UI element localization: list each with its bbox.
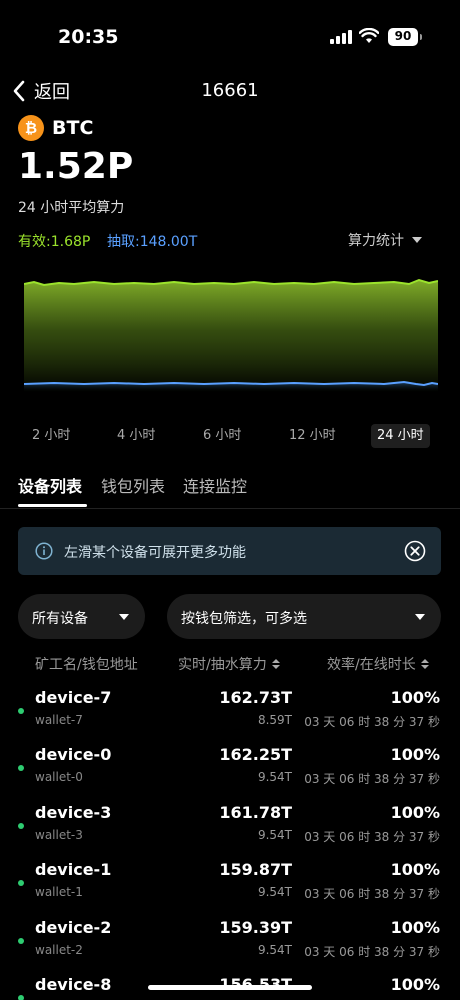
- range-6h[interactable]: 6 小时: [203, 424, 241, 448]
- column-header-name: 矿工名/钱包地址: [35, 654, 138, 674]
- efficiency: 100%: [390, 803, 440, 822]
- realtime-hashrate: 159.39T: [219, 918, 292, 937]
- device-filter-dropdown[interactable]: 所有设备: [18, 594, 145, 639]
- online-status-dot: [18, 995, 24, 1000]
- efficiency: 100%: [390, 745, 440, 764]
- range-12h[interactable]: 12 小时: [289, 424, 336, 448]
- hashrate-chart: [24, 278, 438, 392]
- caret-down-icon: [412, 237, 422, 243]
- device-row[interactable]: device-2 wallet-2 159.39T 9.54T 100% 03 …: [0, 918, 460, 976]
- home-indicator[interactable]: [148, 985, 312, 990]
- caret-down-icon: [415, 614, 425, 620]
- bitcoin-icon: ₿: [18, 115, 44, 141]
- extract-hashrate: 抽取:148.00T: [107, 234, 198, 250]
- device-row[interactable]: device-7 wallet-7 162.73T 8.59T 100% 03 …: [0, 688, 460, 746]
- online-status-dot: [18, 765, 24, 771]
- device-row[interactable]: device-0 wallet-0 162.25T 9.54T 100% 03 …: [0, 745, 460, 803]
- tab-connection-monitor[interactable]: 连接监控: [183, 473, 247, 497]
- hashrate-stats-label: 算力统计: [348, 233, 404, 249]
- coin-name: BTC: [52, 117, 94, 139]
- cellular-signal-icon: [330, 30, 352, 44]
- device-name: device-0: [35, 745, 112, 764]
- column-header-hashrate[interactable]: 实时/抽水算力: [178, 654, 280, 674]
- device-row[interactable]: device-3 wallet-3 161.78T 9.54T 100% 03 …: [0, 803, 460, 861]
- range-24h[interactable]: 24 小时: [371, 424, 430, 448]
- caret-down-icon: [119, 614, 129, 620]
- wallet-address: wallet-0: [35, 770, 83, 784]
- wallet-address: wallet-2: [35, 943, 83, 957]
- column-header-hashrate-label: 实时/抽水算力: [178, 657, 267, 673]
- range-4h[interactable]: 4 小时: [117, 424, 155, 448]
- extract-hashrate: 9.54T: [257, 943, 292, 957]
- average-hashrate-value: 1.52P: [18, 146, 134, 187]
- device-name: device-1: [35, 860, 112, 879]
- device-name: device-3: [35, 803, 112, 822]
- active-tab-indicator: [18, 504, 87, 507]
- column-header-name-label: 矿工名/钱包地址: [35, 657, 138, 673]
- extract-hashrate: 9.54T: [257, 770, 292, 784]
- efficiency: 100%: [390, 975, 440, 994]
- tab-wallet-list[interactable]: 钱包列表: [101, 473, 165, 497]
- wallet-address: wallet-7: [35, 713, 83, 727]
- info-icon: [35, 542, 53, 560]
- page-title: 16661: [201, 80, 259, 101]
- device-name: device-8: [35, 975, 112, 994]
- efficiency: 100%: [390, 688, 440, 707]
- realtime-hashrate: 159.87T: [219, 860, 292, 879]
- extract-hashrate: 9.54T: [257, 885, 292, 899]
- battery-icon: 90: [388, 28, 418, 46]
- tip-banner: 左滑某个设备可展开更多功能: [18, 527, 441, 575]
- effective-hashrate-area: [24, 280, 438, 392]
- extract-hashrate: 8.59T: [257, 713, 292, 727]
- status-time: 20:35: [58, 26, 119, 48]
- tabs-divider: [0, 508, 460, 509]
- range-2h[interactable]: 2 小时: [32, 424, 70, 448]
- tip-text: 左滑某个设备可展开更多功能: [64, 545, 246, 561]
- device-name: device-7: [35, 688, 112, 707]
- wallet-address: wallet-3: [35, 828, 83, 842]
- online-status-dot: [18, 823, 24, 829]
- tab-device-list[interactable]: 设备列表: [18, 473, 82, 497]
- close-icon[interactable]: [404, 540, 426, 562]
- online-status-dot: [18, 938, 24, 944]
- device-filter-label: 所有设备: [32, 611, 88, 627]
- status-bar: 20:35 90: [0, 0, 460, 70]
- realtime-hashrate: 161.78T: [219, 803, 292, 822]
- coin-header: ₿ BTC: [18, 115, 93, 141]
- efficiency: 100%: [390, 860, 440, 879]
- hashrate-stats-dropdown[interactable]: 算力统计: [348, 230, 422, 250]
- wallet-filter-label: 按钱包筛选，可多选: [181, 611, 307, 627]
- sort-icon[interactable]: [420, 659, 429, 669]
- realtime-hashrate: 162.73T: [219, 688, 292, 707]
- extract-hashrate: 9.54T: [257, 828, 292, 842]
- sort-icon[interactable]: [271, 659, 280, 669]
- efficiency: 100%: [390, 918, 440, 937]
- battery-tip: [420, 34, 422, 40]
- online-status-dot: [18, 708, 24, 714]
- online-duration: 03 天 06 时 38 分 37 秒: [304, 830, 440, 844]
- wallet-address: wallet-1: [35, 885, 83, 899]
- device-row[interactable]: device-1 wallet-1 159.87T 9.54T 100% 03 …: [0, 860, 460, 918]
- average-hashrate-label: 24 小时平均算力: [18, 200, 125, 216]
- device-name: device-2: [35, 918, 112, 937]
- effective-hashrate: 有效:1.68P: [18, 234, 91, 250]
- wifi-icon: [359, 28, 379, 43]
- column-header-efficiency[interactable]: 效率/在线时长: [327, 654, 429, 674]
- column-header-efficiency-label: 效率/在线时长: [327, 657, 416, 673]
- online-status-dot: [18, 880, 24, 886]
- realtime-hashrate: 162.25T: [219, 745, 292, 764]
- online-duration: 03 天 06 时 38 分 37 秒: [304, 772, 440, 786]
- online-duration: 03 天 06 时 38 分 37 秒: [304, 945, 440, 959]
- online-duration: 03 天 06 时 38 分 37 秒: [304, 887, 440, 901]
- wallet-filter-dropdown[interactable]: 按钱包筛选，可多选: [167, 594, 441, 639]
- online-duration: 03 天 06 时 38 分 37 秒: [304, 715, 440, 729]
